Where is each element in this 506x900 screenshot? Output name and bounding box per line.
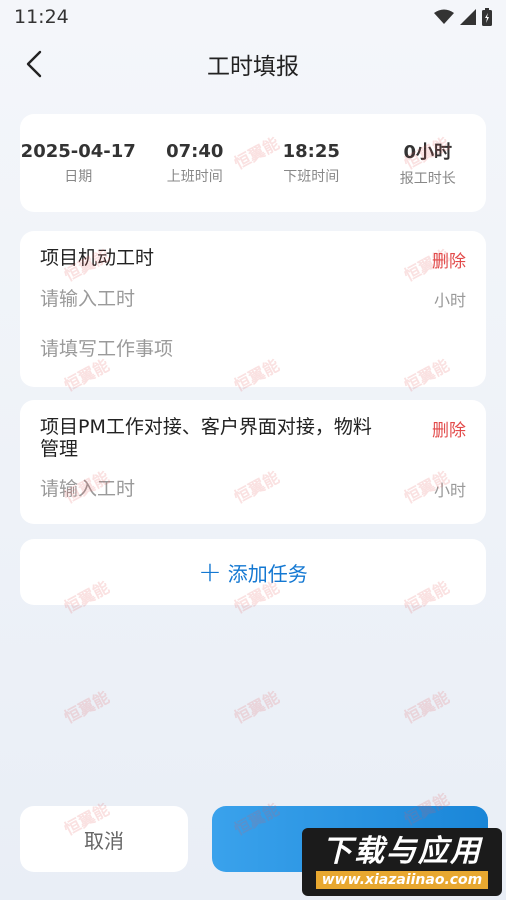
stat-date: 2025-04-17 日期: [20, 141, 137, 186]
watermark: 恒翼能: [231, 687, 283, 727]
stat-label: 报工时长: [399, 171, 456, 187]
stat-value: 2025-04-17: [20, 140, 136, 162]
page-title: 工时填报: [207, 54, 299, 80]
task-card: 项目机动工时 删除 小时: [20, 231, 486, 387]
notes-row: [40, 326, 466, 372]
stat-value: 07:40: [166, 140, 224, 162]
site-url: www.xiazaiinao.com: [315, 871, 489, 889]
task-title: 项目机动工时: [40, 247, 155, 269]
notes-input[interactable]: [40, 338, 340, 360]
stat-end-time: 18:25 下班时间: [253, 141, 370, 186]
stat-value: 18:25: [282, 140, 340, 162]
delete-button[interactable]: 删除: [432, 416, 466, 441]
unit-label: 小时: [433, 291, 466, 310]
back-button[interactable]: [14, 44, 54, 84]
hours-row: 小时: [40, 466, 466, 512]
battery-icon: [482, 8, 492, 26]
stat-value: 0小时: [403, 142, 453, 163]
status-bar: 11:24: [0, 0, 506, 34]
site-name: 下载与应用: [322, 834, 482, 869]
hours-input[interactable]: [40, 288, 340, 310]
hours-input[interactable]: [40, 478, 340, 500]
add-task-button[interactable]: + 添加任务: [20, 539, 486, 605]
task-card: 项目PM工作对接、客户界面对接，物料管理 删除 小时: [20, 400, 486, 524]
add-task-label: 添加任务: [227, 561, 308, 586]
watermark: 恒翼能: [401, 687, 453, 727]
watermark: 恒翼能: [61, 687, 113, 727]
summary-card: 2025-04-17 日期 07:40 上班时间 18:25 下班时间 0小时 …: [20, 114, 486, 212]
stat-label: 上班时间: [166, 168, 223, 185]
status-icons: [434, 8, 492, 26]
wifi-icon: [434, 9, 454, 24]
chevron-left-icon: [26, 50, 42, 78]
stat-start-time: 07:40 上班时间: [137, 141, 254, 186]
unit-label: 小时: [433, 481, 466, 500]
site-logo: 下载与应用 www.xiazaiinao.com: [302, 828, 502, 896]
stat-total-hours: 0小时 报工时长: [370, 138, 487, 188]
stat-label: 下班时间: [283, 168, 340, 185]
signal-icon: [460, 9, 476, 25]
task-header: 项目PM工作对接、客户界面对接，物料管理 删除: [40, 400, 466, 460]
cancel-button[interactable]: 取消: [20, 806, 188, 872]
hours-row: 小时: [40, 276, 466, 322]
stat-label: 日期: [64, 168, 93, 185]
delete-button[interactable]: 删除: [432, 247, 466, 272]
task-title: 项目PM工作对接、客户界面对接，物料管理: [40, 416, 372, 460]
plus-icon: +: [198, 555, 222, 588]
status-time: 11:24: [14, 6, 69, 28]
task-header: 项目机动工时 删除: [40, 231, 466, 272]
app-header: 工时填报: [0, 34, 506, 94]
